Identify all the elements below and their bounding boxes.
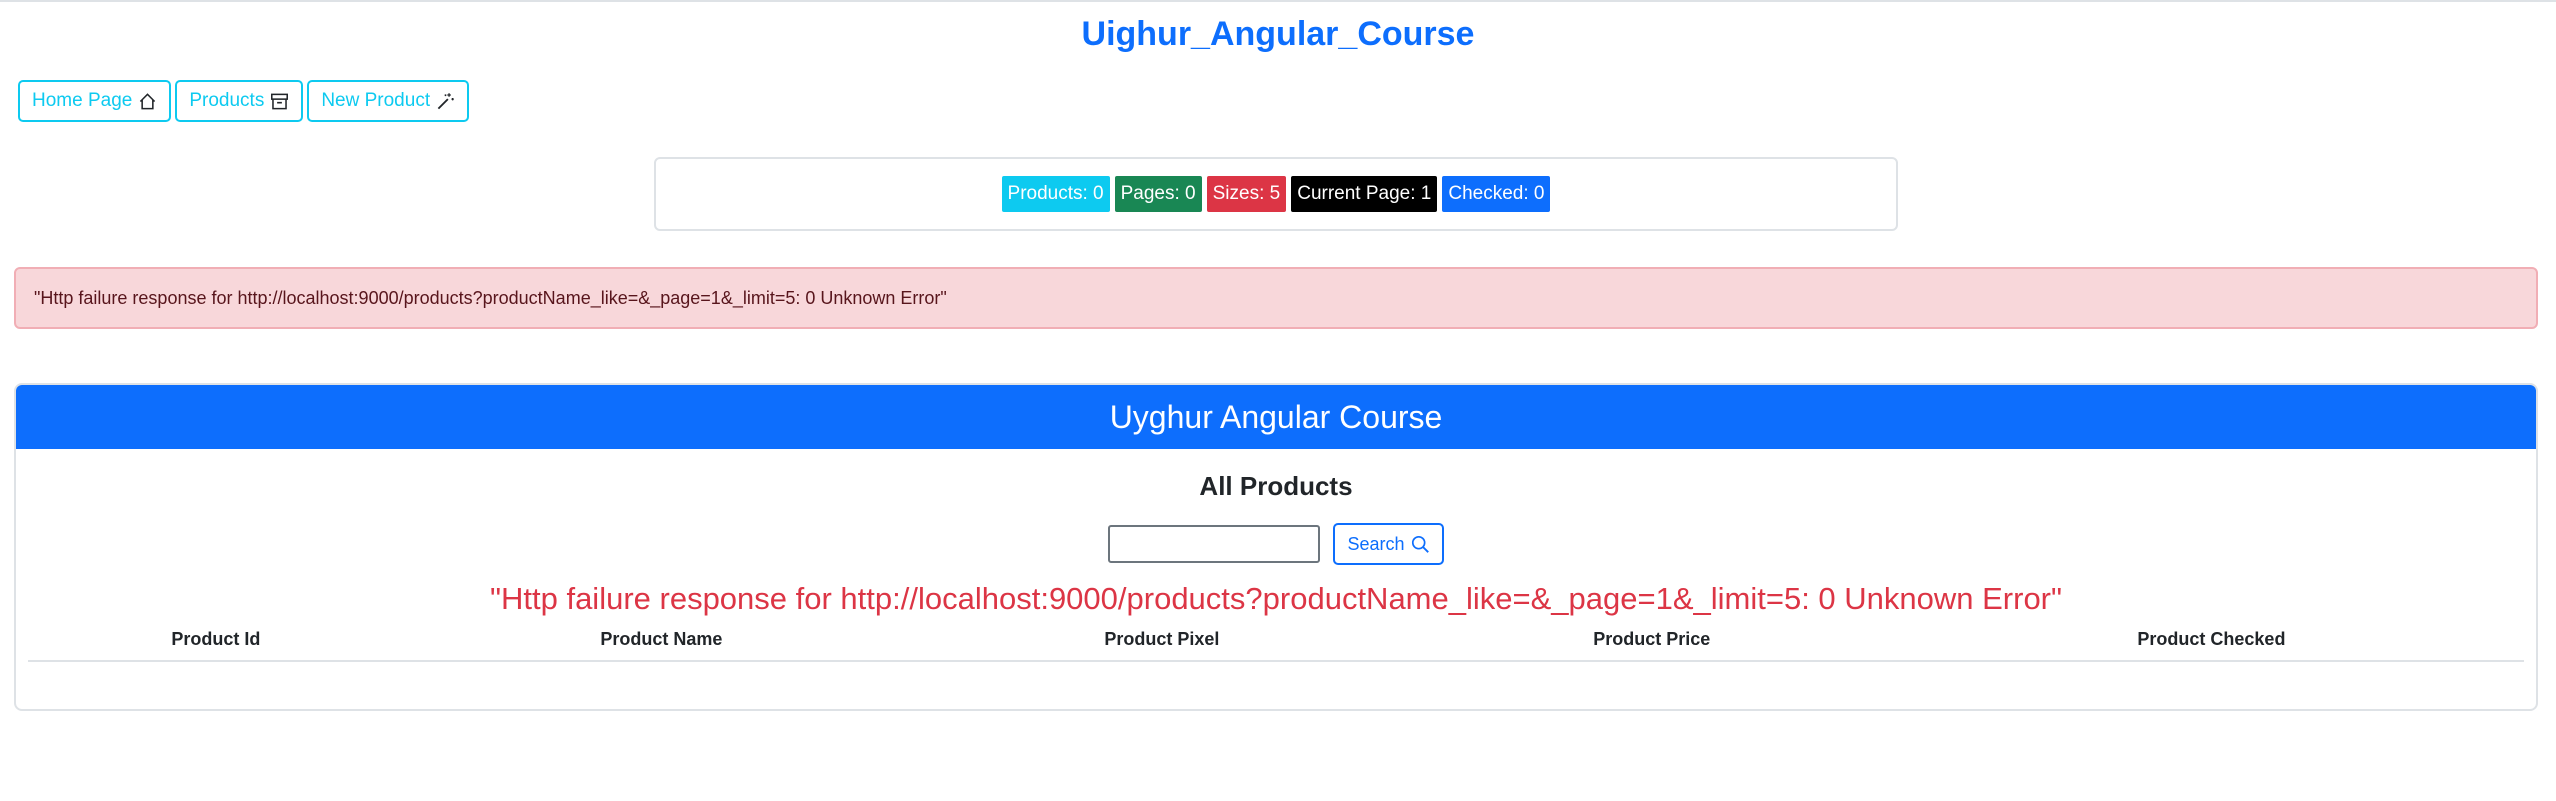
home-page-button[interactable]: Home Page <box>18 80 172 122</box>
house-icon <box>140 92 156 109</box>
column-header-product-price: Product Price <box>1404 623 1899 662</box>
search-button-label: Search <box>1347 533 1405 554</box>
pages-count-badge: Pages: 0 <box>1114 176 1202 212</box>
search-button[interactable]: Search <box>1333 523 1444 565</box>
new-product-label: New Product <box>321 90 431 111</box>
error-alert-message: "Http failure response for http://localh… <box>34 287 947 308</box>
table-header-row: Product Id Product Name Product Pixel Pr… <box>28 623 2524 662</box>
search-icon <box>1411 535 1429 553</box>
error-alert: "Http failure response for http://localh… <box>14 267 2538 329</box>
new-product-button[interactable]: New Product <box>307 80 470 122</box>
column-header-product-pixel: Product Pixel <box>919 623 1405 662</box>
products-label: Products <box>189 90 265 111</box>
magic-wand-icon <box>437 92 454 109</box>
search-row: Search <box>16 523 2536 565</box>
products-error-message: "Http failure response for http://localh… <box>489 581 2063 616</box>
products-button[interactable]: Products <box>175 80 304 122</box>
products-table: Product Id Product Name Product Pixel Pr… <box>28 623 2524 662</box>
card-header: Uyghur Angular Course <box>16 385 2536 449</box>
products-count-badge: Products: 0 <box>1001 176 1110 212</box>
products-card: Uyghur Angular Course All Products Searc… <box>14 383 2538 711</box>
current-page-badge: Current Page: 1 <box>1291 176 1438 212</box>
column-header-product-name: Product Name <box>403 623 919 662</box>
checked-count-badge: Checked: 0 <box>1442 176 1551 212</box>
app-title: Uighur_Angular_Course <box>1081 15 1475 53</box>
stats-card: Products: 0 Pages: 0 Sizes: 5 Current Pa… <box>654 157 1898 231</box>
sizes-badge: Sizes: 5 <box>1206 176 1287 212</box>
search-input[interactable] <box>1108 525 1321 563</box>
column-header-product-id: Product Id <box>28 623 404 662</box>
archive-icon <box>271 93 289 109</box>
nav-bar: Home Page Products New Product <box>18 80 470 122</box>
column-header-product-checked: Product Checked <box>1898 623 2524 662</box>
home-page-label: Home Page <box>32 90 133 111</box>
all-products-title: All Products <box>1199 471 1353 501</box>
